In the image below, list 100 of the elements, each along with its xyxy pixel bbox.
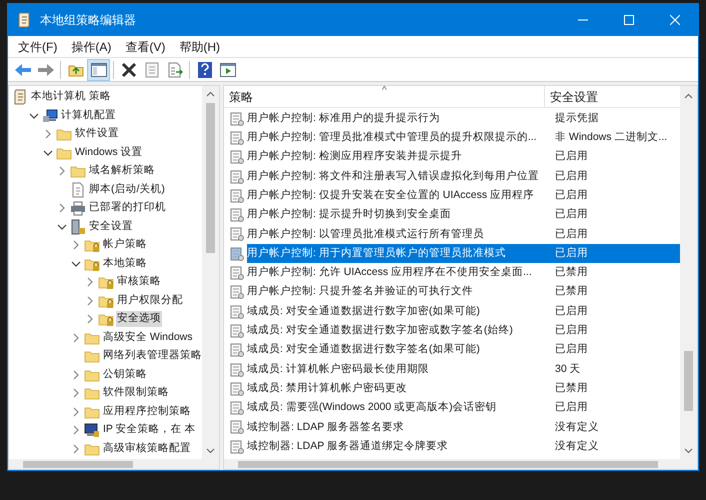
tree-item[interactable]: 安全设置 (88, 218, 134, 235)
policy-cell-text: 域成员: 禁用计算机帐户密码更改 (247, 380, 408, 396)
table-row[interactable]: 用户帐户控制: 以管理员批准模式运行所有管理员 已启用 (247, 224, 680, 244)
tree-item[interactable]: 应用程序控制策略 (102, 404, 192, 420)
window-title: 本地组策略编辑器 (40, 12, 137, 29)
table-row[interactable]: 域成员: 禁用计算机帐户密码更改 已禁用 (247, 379, 680, 398)
policy-icon (230, 227, 244, 242)
policy-icon (230, 343, 244, 358)
expand-chevron-icon[interactable] (71, 370, 81, 380)
table-row[interactable]: 域控制器: LDAP 服务器通道绑定令牌要求 没有定义 (247, 437, 680, 456)
scroll-down-icon[interactable] (684, 446, 693, 455)
scroll-up-icon[interactable] (684, 92, 693, 101)
menu-item[interactable]: 文件(F) (12, 36, 64, 56)
policy-icon (230, 130, 244, 145)
scrollbar-thumb[interactable] (238, 460, 658, 468)
computer-icon (42, 108, 58, 124)
document-icon (70, 182, 86, 198)
expand-chevron-icon[interactable] (71, 332, 81, 343)
setting-cell-text: 没有定义 (554, 438, 599, 454)
table-row[interactable]: 用户帐户控制: 只提升签名并验证的可执行文件 已禁用 (247, 282, 680, 302)
policy-cell-text: 域成员: 需要强(Windows 2000 或更高版本)会话密钥 (247, 400, 498, 416)
policy-cell-text: 用户帐户控制: 提示提升时切换到安全桌面 (247, 207, 452, 222)
tree-item[interactable]: 已部署的打印机 (88, 200, 167, 216)
table-row[interactable]: 域成员: 对安全通道数据进行数字加密(如果可能) 已启用 (247, 302, 680, 322)
tree-item[interactable]: 软件设置 (74, 126, 120, 142)
policy-cell-text: 用户帐户控制: 用于内置管理员帐户的管理员批准模式 (247, 246, 507, 261)
table-row[interactable]: 域控制器: LDAP 服务器签名要求 没有定义 (247, 418, 680, 438)
table-row[interactable]: 域成员: 对安全通道数据进行数字签名(如果可能) 已启用 (247, 340, 680, 360)
setting-cell-text: 已禁用 (554, 284, 588, 300)
tree-pane-toggle-icon[interactable] (87, 58, 110, 80)
collapse-chevron-icon[interactable] (71, 258, 81, 269)
scrollbar[interactable] (224, 459, 697, 469)
expand-chevron-icon[interactable] (71, 240, 81, 250)
table-row[interactable]: 域成员: 计算机帐户密码最长使用期限 30 天 (247, 360, 680, 380)
policy-cell-text: 域成员: 对安全通道数据进行数字加密(如果可能) (247, 304, 481, 319)
scroll-down-icon[interactable] (206, 446, 215, 455)
menu-item[interactable]: 帮助(H) (173, 36, 226, 56)
expand-chevron-icon[interactable] (71, 388, 81, 398)
policy-icon (230, 420, 244, 434)
scrollbar-thumb[interactable] (684, 351, 693, 411)
tree-item[interactable]: 审核策略 (116, 274, 162, 290)
tree-item[interactable]: 本地策略 (102, 256, 148, 272)
tree-item[interactable]: 本地计算机 策略 (30, 89, 112, 106)
tree-item[interactable]: 安全选项 (116, 311, 162, 328)
table-row[interactable]: 用户帐户控制: 提示提升时切换到安全桌面 已启用 (247, 205, 680, 225)
menu-item[interactable]: 操作(A) (65, 36, 118, 56)
tree-item[interactable]: 高级安全 Windows (102, 330, 194, 346)
tree-item[interactable]: 公钥策略 (102, 366, 148, 383)
policy-cell-text: 域成员: 计算机帐户密码最长使用期限 (247, 362, 430, 377)
tree-item[interactable]: 计算机配置 (60, 108, 117, 124)
scrollbar-thumb[interactable] (206, 103, 215, 253)
setting-cell-text: 非 Windows 二进制文... (554, 130, 668, 146)
table-row[interactable]: 用户帐户控制: 仅提升安装在安全位置的 UIAccess 应用程序 已启用 (247, 186, 680, 206)
policy-icon (230, 150, 244, 164)
setting-cell-text: 已启用 (554, 168, 588, 184)
scrollbar[interactable] (9, 459, 219, 469)
tree-item[interactable]: 脚本(启动/关机) (88, 182, 166, 198)
policy-icon (230, 382, 244, 396)
expand-chevron-icon[interactable] (85, 296, 95, 306)
tree-item[interactable]: 软件限制策略 (102, 385, 170, 402)
column-header[interactable]: 安全设置 (545, 86, 680, 107)
tree-item[interactable]: 域名解析策略 (88, 163, 156, 180)
expand-chevron-icon[interactable] (71, 425, 81, 436)
policy-icon (230, 170, 244, 184)
tree-item[interactable]: IP 安全策略，在 本 (102, 422, 197, 438)
policy-cell-text: 域成员: 对安全通道数据进行数字加密或数字签名(始终) (247, 323, 514, 338)
scroll-icon (16, 12, 32, 28)
collapse-chevron-icon[interactable] (43, 148, 53, 158)
tree-item[interactable]: 高级审核策略配置 (102, 440, 192, 457)
table-row[interactable]: 用户帐户控制: 检测应用程序安装并提示提升 已启用 (247, 148, 680, 167)
policy-icon (230, 401, 244, 416)
policy-icon (230, 440, 244, 454)
expand-chevron-icon[interactable] (57, 203, 67, 214)
policy-icon (230, 188, 244, 203)
table-row[interactable]: 用户帐户控制: 标准用户的提升提示行为 提示凭据 (247, 109, 680, 128)
table-row[interactable]: 域成员: 对安全通道数据进行数字加密或数字签名(始终) 已启用 (247, 321, 680, 341)
expand-chevron-icon[interactable] (71, 444, 81, 454)
expand-chevron-icon[interactable] (57, 166, 67, 176)
scrollbar[interactable] (680, 86, 697, 459)
tree-item[interactable]: 帐户策略 (102, 237, 148, 254)
tree-item[interactable]: Windows 设置 (74, 144, 144, 161)
table-row[interactable]: 用户帐户控制: 管理员批准模式中管理员的提升权限提示的... 非 Windows 二进制文... (247, 128, 680, 148)
scroll-icon (12, 89, 28, 106)
policy-icon (230, 246, 244, 261)
collapse-chevron-icon[interactable] (57, 222, 67, 232)
table-row[interactable]: 域成员: 需要强(Windows 2000 或更高版本)会话密钥 已启用 (247, 398, 680, 418)
scrollbar[interactable] (202, 86, 219, 459)
scroll-up-icon[interactable] (206, 90, 215, 99)
scrollbar-thumb[interactable] (23, 460, 133, 468)
collapse-chevron-icon[interactable] (29, 110, 39, 121)
expand-chevron-icon[interactable] (85, 314, 95, 324)
expand-chevron-icon[interactable] (43, 129, 53, 140)
menu-item[interactable]: 查看(V) (119, 36, 172, 56)
expand-chevron-icon[interactable] (85, 277, 95, 288)
tree-item[interactable]: 网络列表管理器策略 (102, 348, 202, 364)
table-row[interactable]: 用户帐户控制: 将文件和注册表写入错误虚拟化到每用户位置 已启用 (247, 166, 680, 186)
table-row[interactable]: 用户帐户控制: 允许 UIAccess 应用程序在不使用安全桌面... 已禁用 (247, 263, 680, 283)
tree-item[interactable]: 用户权限分配 (116, 292, 184, 309)
expand-chevron-icon[interactable] (71, 406, 81, 417)
table-row[interactable]: 用户帐户控制: 用于内置管理员帐户的管理员批准模式 已启用 (247, 244, 680, 264)
